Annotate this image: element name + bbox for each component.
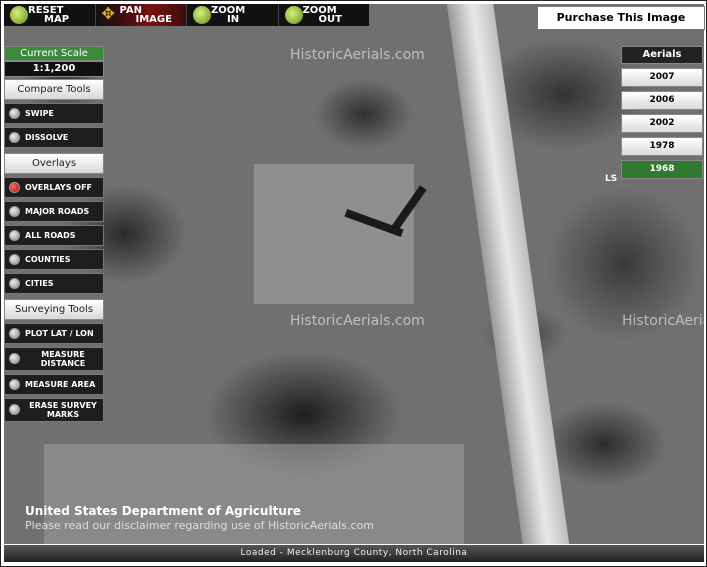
reset-label-2: MAP [44,14,70,25]
dissolve-label: DISSOLVE [25,133,69,142]
scale-value: 1:1,200 [4,61,104,77]
plot-lat-lon-label: PLOT LAT / LON [25,329,94,338]
radio-button-icon [9,108,20,119]
aerials-panel: Aerials 2007 2006 2002 1978 1968 [621,46,703,179]
scale-box: Current Scale 1:1,200 [4,46,104,77]
year-1978-button[interactable]: 1978 [621,137,703,156]
measure-distance-label: MEASURE DISTANCE [40,350,86,368]
radio-button-icon [9,379,20,390]
overlays-off-button[interactable]: OVERLAYS OFF [4,177,104,198]
year-1968-button[interactable]: 1968 [621,160,703,179]
plot-lat-lon-button[interactable]: PLOT LAT / LON [4,323,104,344]
swipe-label: SWIPE [25,109,54,118]
app-frame: HistoricAerials.com HistoricAerials.com … [0,0,707,567]
pan-label-2: IMAGE [135,14,172,25]
zoom-out-label-2: OUT [318,14,342,25]
radio-button-icon [9,254,20,265]
aerial-map[interactable]: HistoricAerials.com HistoricAerials.com … [4,4,704,544]
surveying-tools-heading: Surveying Tools [4,299,104,320]
radio-button-icon [9,404,20,415]
disclaimer-link[interactable]: Please read our disclaimer regarding use… [25,519,374,532]
major-roads-button[interactable]: MAJOR ROADS [4,201,104,222]
erase-survey-marks-label: ERASE SURVEY MARKS [29,401,97,419]
measure-area-label: MEASURE AREA [25,380,96,389]
radio-button-icon [9,230,20,241]
magnifier-plus-icon [193,6,211,24]
pan-image-button[interactable]: ✥ PAN IMAGE [95,4,187,26]
year-2002-button[interactable]: 2002 [621,114,703,133]
all-roads-button[interactable]: ALL ROADS [4,225,104,246]
radio-button-icon [9,132,20,143]
zoom-in-button[interactable]: ZOOM IN [187,4,279,26]
aerials-heading: Aerials [621,46,703,64]
overlays-heading: Overlays [4,153,104,174]
surveying-tools: Surveying Tools PLOT LAT / LON MEASURE D… [4,299,104,422]
watermark: HistoricAerials.com [290,313,425,329]
agency-credit: United States Department of Agriculture [25,504,301,518]
erase-survey-marks-button[interactable]: ERASE SURVEY MARKS [4,398,104,422]
major-roads-label: MAJOR ROADS [25,207,90,216]
edge-label: LS [605,174,618,184]
clearing [254,164,414,304]
watermark: HistoricAerials.com [622,313,704,329]
scale-heading: Current Scale [4,46,104,61]
radio-button-icon [9,353,20,364]
cities-button[interactable]: CITIES [4,273,104,294]
compare-tools-heading: Compare Tools [4,79,104,100]
radio-button-icon [9,328,20,339]
all-roads-label: ALL ROADS [25,231,76,240]
dissolve-button[interactable]: DISSOLVE [4,127,104,148]
zoom-out-button[interactable]: ZOOM OUT [279,4,370,26]
radio-button-selected-icon [9,182,20,193]
measure-distance-button[interactable]: MEASURE DISTANCE [4,347,104,371]
globe-icon [10,6,28,24]
map-toolbar: RESET MAP ✥ PAN IMAGE ZOOM IN ZOOM OUT [4,4,369,26]
cities-label: CITIES [25,279,54,288]
overlays: Overlays OVERLAYS OFF MAJOR ROADS ALL RO… [4,153,104,294]
reset-map-button[interactable]: RESET MAP [4,4,96,26]
compare-tools: Compare Tools SWIPE DISSOLVE [4,79,104,148]
measure-area-button[interactable]: MEASURE AREA [4,374,104,395]
move-arrows-icon: ✥ [101,4,115,23]
counties-label: COUNTIES [25,255,71,264]
radio-button-icon [9,278,20,289]
purchase-image-button[interactable]: Purchase This Image [537,6,705,30]
radio-button-icon [9,206,20,217]
magnifier-minus-icon [284,6,303,24]
year-2006-button[interactable]: 2006 [621,91,703,110]
status-bar: Loaded - Mecklenburg County, North Carol… [4,545,704,562]
year-2007-button[interactable]: 2007 [621,68,703,87]
zoom-in-label-2: IN [227,14,240,25]
swipe-button[interactable]: SWIPE [4,103,104,124]
watermark: HistoricAerials.com [290,47,425,63]
overlays-off-label: OVERLAYS OFF [25,183,92,192]
counties-button[interactable]: COUNTIES [4,249,104,270]
